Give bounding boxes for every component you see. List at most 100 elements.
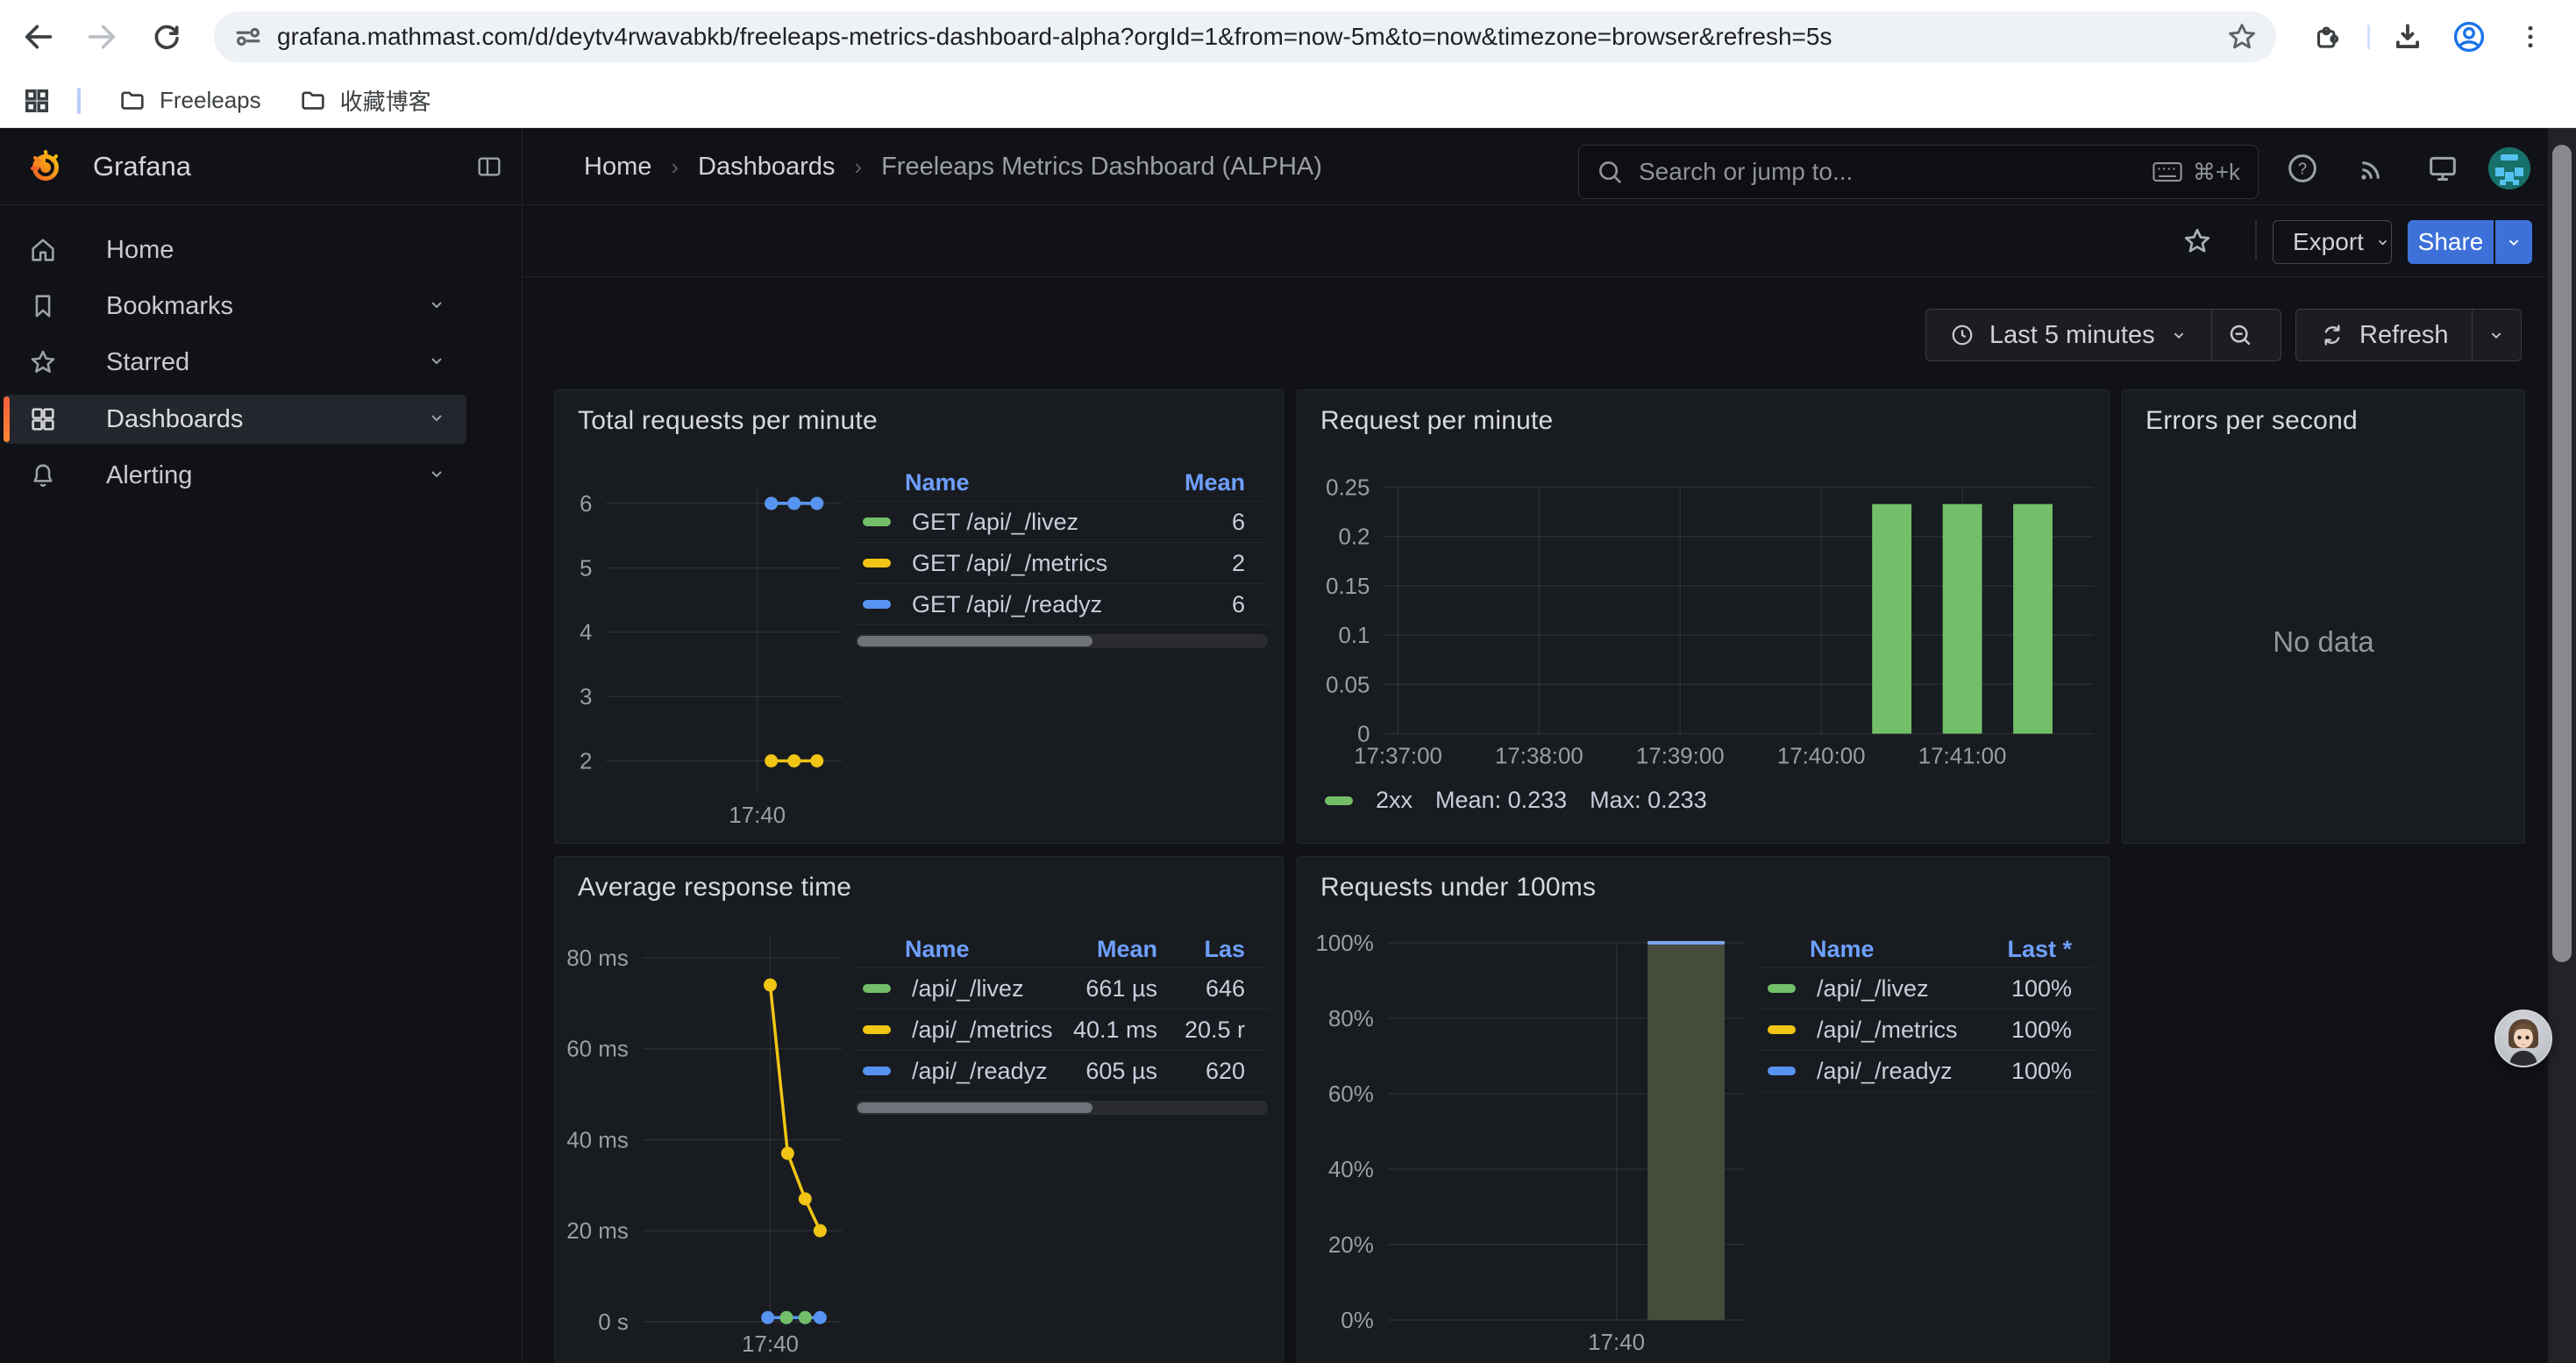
bar-chart: 0.250.20.150.10.05017:37:0017:38:0017:39… bbox=[1298, 390, 2109, 843]
svg-text:100%: 100% bbox=[1315, 931, 1373, 956]
apps-grid-icon bbox=[21, 85, 53, 117]
favorite-dashboard-button[interactable] bbox=[2178, 222, 2217, 260]
rss-icon bbox=[2355, 151, 2390, 186]
legend-table[interactable]: NameMeanLas/api/_/livez661 µs646/api/_/m… bbox=[856, 931, 1268, 1115]
bookmark-folder-blogs[interactable]: 收藏博客 bbox=[298, 84, 431, 117]
dashboards-grid-icon bbox=[16, 404, 70, 434]
browser-menu-button[interactable] bbox=[2506, 12, 2555, 61]
svg-text:80 ms: 80 ms bbox=[566, 946, 629, 971]
svg-text:0 s: 0 s bbox=[598, 1310, 629, 1335]
time-controls: Last 5 minutes Refresh bbox=[523, 277, 2576, 389]
extensions-button[interactable] bbox=[2302, 12, 2352, 61]
breadcrumb-dashboards[interactable]: Dashboards bbox=[698, 153, 835, 182]
bookmark-star-icon[interactable] bbox=[2225, 20, 2259, 54]
help-button[interactable]: ? bbox=[2283, 149, 2322, 188]
zoom-out-button[interactable] bbox=[2212, 321, 2268, 349]
sidebar-item-dashboards[interactable]: Dashboards bbox=[4, 395, 466, 444]
svg-text:0.2: 0.2 bbox=[1338, 525, 1370, 550]
forward-arrow-icon bbox=[84, 19, 119, 54]
sidebar-item-label: Bookmarks bbox=[106, 292, 233, 321]
svg-text:17:38:00: 17:38:00 bbox=[1495, 744, 1583, 768]
time-range-group: Last 5 minutes bbox=[1925, 309, 2281, 361]
browser-forward-button[interactable] bbox=[77, 12, 126, 61]
legend-series-label[interactable]: 2xx bbox=[1376, 787, 1413, 814]
svg-text:3: 3 bbox=[580, 685, 592, 710]
caret-down-icon bbox=[2504, 232, 2523, 252]
svg-text:?: ? bbox=[2298, 160, 2307, 178]
browser-profile-button[interactable] bbox=[2444, 12, 2494, 61]
breadcrumb-home[interactable]: Home bbox=[584, 153, 651, 182]
share-menu-button[interactable] bbox=[2495, 220, 2532, 264]
avatar-image bbox=[2488, 147, 2530, 189]
svg-text:0.05: 0.05 bbox=[1326, 673, 1370, 697]
sidebar-item-label: Dashboards bbox=[106, 405, 243, 434]
news-button[interactable] bbox=[2353, 149, 2392, 188]
chart-legend[interactable]: 2xx Mean: 0.233 Max: 0.233 bbox=[1325, 787, 1707, 814]
svg-text:17:40: 17:40 bbox=[742, 1332, 799, 1357]
legend-color-pill bbox=[1325, 796, 1353, 805]
scrollbar-thumb[interactable] bbox=[2552, 145, 2572, 962]
browser-back-button[interactable] bbox=[14, 12, 63, 61]
export-button[interactable]: Export bbox=[2273, 220, 2392, 264]
user-avatar[interactable] bbox=[2488, 147, 2530, 189]
toolbar-divider bbox=[2367, 25, 2370, 49]
svg-text:17:40: 17:40 bbox=[729, 803, 786, 828]
star-icon bbox=[16, 347, 70, 377]
url-text[interactable]: grafana.mathmast.com/d/deytv4rwavabkb/fr… bbox=[277, 23, 2225, 51]
svg-text:0.25: 0.25 bbox=[1326, 476, 1370, 501]
chevron-down-icon[interactable] bbox=[426, 463, 447, 489]
refresh-interval-button[interactable] bbox=[2473, 325, 2520, 345]
sidebar-brand-row: Grafana bbox=[0, 128, 522, 205]
bell-icon bbox=[16, 460, 70, 490]
site-settings-icon[interactable] bbox=[231, 20, 265, 54]
svg-text:4: 4 bbox=[580, 621, 592, 646]
refresh-group: Refresh bbox=[2295, 309, 2522, 361]
chevron-down-icon[interactable] bbox=[426, 294, 447, 319]
legend-table[interactable]: NameLast */api/_/livez100%/api/_/metrics… bbox=[1761, 931, 2095, 1092]
sidebar-item-starred[interactable]: Starred bbox=[4, 338, 466, 387]
panel-title[interactable]: Errors per second bbox=[2145, 406, 2358, 436]
chevron-down-icon[interactable] bbox=[426, 407, 447, 432]
folder-icon bbox=[298, 86, 328, 116]
collapse-sidebar-icon[interactable] bbox=[475, 153, 503, 181]
brand-name[interactable]: Grafana bbox=[93, 151, 191, 182]
svg-text:0: 0 bbox=[1357, 722, 1370, 746]
bookmark-folder-freeleaps[interactable]: Freeleaps bbox=[117, 86, 261, 116]
sidebar-item-label: Home bbox=[106, 236, 174, 265]
apps-shortcut-button[interactable] bbox=[21, 85, 53, 117]
legend-table[interactable]: NameMeanGET /api/_/livez6GET /api/_/metr… bbox=[856, 464, 1268, 648]
bookmark-folder-label: Freeleaps bbox=[160, 87, 261, 114]
sidebar-item-home[interactable]: Home bbox=[4, 225, 466, 275]
sidebar-item-label: Starred bbox=[106, 348, 189, 377]
svg-text:80%: 80% bbox=[1328, 1007, 1374, 1031]
kiosk-mode-button[interactable] bbox=[2423, 149, 2462, 188]
svg-text:2: 2 bbox=[580, 749, 592, 774]
svg-text:20%: 20% bbox=[1328, 1233, 1374, 1258]
back-arrow-icon bbox=[21, 19, 56, 54]
sidebar-item-alerting[interactable]: Alerting bbox=[4, 451, 466, 500]
url-bar[interactable]: grafana.mathmast.com/d/deytv4rwavabkb/fr… bbox=[214, 11, 2276, 62]
sidebar-item-bookmarks[interactable]: Bookmarks bbox=[4, 282, 466, 331]
refresh-icon bbox=[2319, 322, 2345, 348]
breadcrumb-separator: › bbox=[671, 153, 679, 181]
panel-total-requests-per-minute: Total requests per minute 6543217:40 Nam… bbox=[554, 389, 1284, 844]
page-scrollbar[interactable] bbox=[2548, 128, 2576, 1363]
svg-text:6: 6 bbox=[580, 492, 592, 517]
floating-assistant-avatar[interactable] bbox=[2494, 1010, 2552, 1067]
folder-icon bbox=[117, 86, 147, 116]
bookmarks-divider bbox=[77, 88, 81, 114]
browser-chrome: grafana.mathmast.com/d/deytv4rwavabkb/fr… bbox=[0, 0, 2576, 128]
grafana-logo[interactable] bbox=[26, 147, 65, 186]
refresh-button[interactable]: Refresh bbox=[2296, 310, 2472, 360]
sidebar-item-label: Alerting bbox=[106, 461, 192, 490]
share-button[interactable]: Share bbox=[2408, 220, 2494, 264]
downloads-button[interactable] bbox=[2383, 12, 2432, 61]
search-input[interactable]: Search or jump to... ⌘+k bbox=[1578, 145, 2259, 199]
download-icon bbox=[2391, 20, 2424, 54]
keyboard-icon bbox=[2153, 161, 2182, 183]
grafana-sidebar: Grafana Home Bookmarks Starred Dashboard… bbox=[0, 128, 523, 1363]
browser-reload-button[interactable] bbox=[142, 12, 191, 61]
chevron-down-icon[interactable] bbox=[426, 350, 447, 375]
time-range-picker[interactable]: Last 5 minutes bbox=[1926, 310, 2211, 360]
assistant-avatar-image bbox=[2496, 1011, 2551, 1066]
